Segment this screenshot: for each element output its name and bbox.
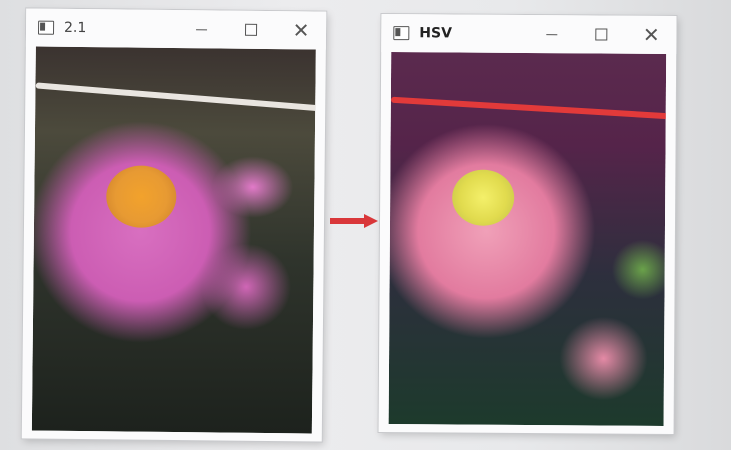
image-window-original: 2.1 ✕ bbox=[21, 8, 327, 442]
window-controls: ✕ bbox=[176, 10, 326, 50]
minimize-button[interactable] bbox=[176, 10, 226, 49]
app-icon bbox=[393, 26, 410, 41]
flower-center bbox=[105, 165, 177, 229]
window-title: 2.1 bbox=[63, 19, 87, 37]
maximize-icon bbox=[595, 28, 608, 41]
arrow-right-icon bbox=[330, 214, 378, 228]
image-canvas bbox=[31, 46, 316, 434]
title-bar[interactable]: 2.1 ✕ bbox=[25, 8, 327, 50]
flower-center bbox=[451, 169, 515, 226]
close-button[interactable]: ✕ bbox=[276, 11, 326, 50]
minimize-icon bbox=[195, 28, 207, 30]
app-icon bbox=[37, 20, 55, 35]
image-window-hsv: HSV ✕ bbox=[378, 13, 677, 435]
close-button[interactable]: ✕ bbox=[626, 16, 676, 54]
maximize-icon bbox=[244, 23, 258, 36]
minimize-icon bbox=[545, 33, 557, 35]
window-controls: ✕ bbox=[526, 15, 676, 54]
maximize-button[interactable] bbox=[576, 15, 626, 53]
image-canvas bbox=[388, 52, 667, 426]
title-bar[interactable]: HSV ✕ bbox=[381, 13, 677, 55]
minimize-button[interactable] bbox=[526, 15, 576, 53]
close-icon: ✕ bbox=[292, 18, 310, 43]
window-title: HSV bbox=[419, 25, 453, 42]
close-icon: ✕ bbox=[642, 22, 660, 47]
maximize-button[interactable] bbox=[226, 11, 276, 50]
